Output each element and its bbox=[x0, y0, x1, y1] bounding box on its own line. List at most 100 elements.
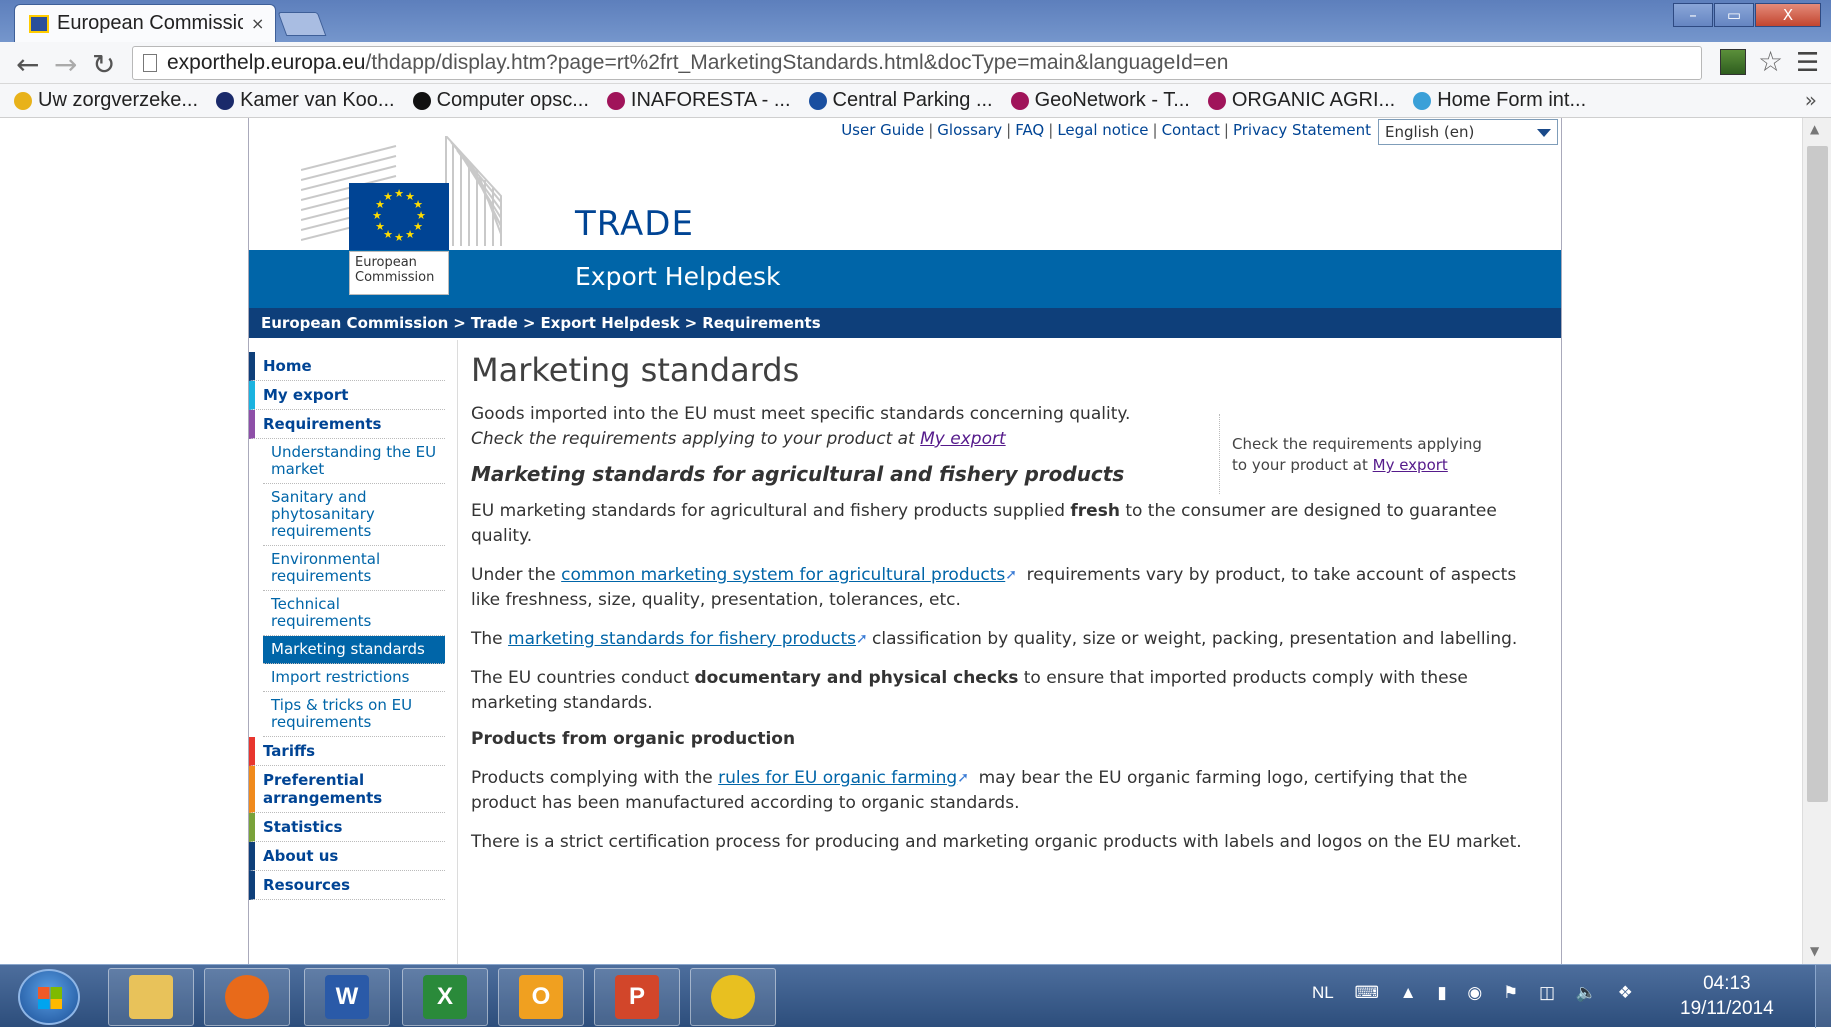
breadcrumb-item[interactable]: Requirements bbox=[702, 314, 820, 332]
system-tray: NL ⌨ ▲ ▮ ◉ ⚑ ◫ 🔈 ❖ bbox=[1312, 983, 1649, 1003]
language-select[interactable]: English (en) bbox=[1378, 119, 1558, 145]
p3-text-end: classification by quality, size or weigh… bbox=[872, 629, 1518, 649]
tab-close-icon[interactable]: × bbox=[251, 14, 264, 33]
bookmark-item[interactable]: Computer opsc... bbox=[412, 89, 589, 112]
chrome-menu-icon[interactable]: ☰ bbox=[1796, 48, 1819, 78]
top-link[interactable]: Legal notice bbox=[1057, 121, 1148, 139]
new-tab-button[interactable] bbox=[277, 12, 327, 36]
scroll-down-icon[interactable]: ▼ bbox=[1810, 944, 1819, 958]
intro-text: Goods imported into the EU must meet spe… bbox=[471, 404, 1131, 424]
dropbox-icon[interactable]: ❖ bbox=[1618, 983, 1633, 1002]
back-arrow-icon[interactable]: ← bbox=[16, 48, 39, 81]
show-desktop-button[interactable] bbox=[1815, 965, 1831, 1028]
subnav-item[interactable]: Environmental requirements bbox=[263, 546, 445, 591]
taskbar-app-explorer[interactable] bbox=[108, 968, 194, 1026]
breadcrumb-item[interactable]: European Commission bbox=[261, 314, 448, 332]
nav-item[interactable]: Tariffs bbox=[249, 737, 445, 766]
subnav-item[interactable]: Sanitary and phytosanitary requirements bbox=[263, 484, 445, 546]
nav-item[interactable]: Preferential arrangements bbox=[249, 766, 445, 813]
breadcrumb-arrow-icon: > bbox=[453, 314, 466, 332]
language-indicator[interactable]: NL bbox=[1312, 983, 1334, 1002]
address-bar[interactable]: exporthelp.europa.eu/thdapp/display.htm?… bbox=[132, 46, 1702, 80]
bookmark-item[interactable]: Home Form int... bbox=[1413, 89, 1586, 112]
keyboard-icon[interactable]: ⌨ bbox=[1354, 983, 1379, 1002]
column-divider bbox=[457, 340, 458, 964]
bookmark-item[interactable]: Kamer van Koo... bbox=[216, 89, 395, 112]
vertical-scrollbar[interactable]: ▲ ▼ bbox=[1802, 118, 1831, 964]
close-window-button[interactable]: X bbox=[1755, 3, 1821, 27]
subnav-item[interactable]: Marketing standards bbox=[263, 636, 445, 664]
show-hidden-icons[interactable]: ▲ bbox=[1400, 983, 1417, 1002]
forward-arrow-icon[interactable]: → bbox=[54, 48, 77, 81]
taskbar-app-chrome[interactable] bbox=[690, 968, 776, 1026]
minimize-button[interactable]: – bbox=[1673, 3, 1713, 27]
nav-item[interactable]: Statistics bbox=[249, 813, 445, 842]
top-link[interactable]: User Guide bbox=[841, 121, 924, 139]
nav-item[interactable]: My export bbox=[249, 381, 445, 410]
clock[interactable]: 04:13 19/11/2014 bbox=[1680, 971, 1774, 1021]
bookmark-star-icon[interactable]: ☆ bbox=[1758, 45, 1783, 78]
intro-check-text: Check the requirements applying to your … bbox=[471, 429, 921, 449]
page-title: Marketing standards bbox=[471, 351, 800, 389]
breadcrumb-item[interactable]: Export Helpdesk bbox=[540, 314, 679, 332]
subnav-item[interactable]: Technical requirements bbox=[263, 591, 445, 636]
firefox-icon bbox=[225, 975, 269, 1019]
nav-item[interactable]: About us bbox=[249, 842, 445, 871]
separator: | bbox=[1006, 121, 1012, 139]
bookmark-item[interactable]: GeoNetwork - T... bbox=[1010, 89, 1190, 112]
tray-app-icon[interactable]: ◉ bbox=[1467, 983, 1482, 1002]
scrollbar-thumb[interactable] bbox=[1807, 146, 1828, 802]
nav-item[interactable]: Home bbox=[249, 352, 445, 381]
more-bookmarks-icon[interactable]: » bbox=[1805, 88, 1817, 112]
taskbar-app-firefox[interactable] bbox=[204, 968, 290, 1026]
network-signal-icon[interactable]: ▮ bbox=[1437, 983, 1446, 1002]
bookmark-item[interactable]: Central Parking ... bbox=[808, 89, 993, 112]
browser-toolbar: ← → ↻ exporthelp.europa.eu/thdapp/displa… bbox=[0, 42, 1831, 84]
p1-text: EU marketing standards for agricultural … bbox=[471, 501, 1071, 521]
extension-icon[interactable] bbox=[1720, 49, 1746, 75]
bookmark-item[interactable]: Uw zorgverzeke... bbox=[14, 89, 198, 112]
top-link[interactable]: FAQ bbox=[1015, 121, 1044, 139]
taskbar-app-outlook[interactable]: O bbox=[498, 968, 584, 1026]
bookmark-label: Computer opsc... bbox=[436, 89, 589, 111]
subnav-item[interactable]: Tips & tricks on EU requirements bbox=[263, 692, 445, 737]
subnav-item[interactable]: Import restrictions bbox=[263, 664, 445, 692]
browser-tab[interactable]: European Commissic × bbox=[14, 4, 276, 42]
paragraph-fishery: The marketing standards for fishery prod… bbox=[471, 627, 1531, 652]
bookmark-label: GeoNetwork - T... bbox=[1034, 89, 1190, 111]
common-marketing-system-link[interactable]: common marketing system for agricultural… bbox=[561, 565, 1005, 585]
clock-time: 04:13 bbox=[1703, 973, 1751, 994]
bookmark-item[interactable]: INAFORESTA - ... bbox=[606, 89, 791, 112]
breadcrumb-item[interactable]: Trade bbox=[471, 314, 518, 332]
action-center-flag-icon[interactable]: ⚑ bbox=[1503, 983, 1518, 1002]
volume-icon[interactable]: 🔈 bbox=[1576, 983, 1597, 1002]
reload-icon[interactable]: ↻ bbox=[92, 48, 115, 81]
bookmark-favicon-icon bbox=[808, 91, 827, 110]
windows-taskbar: W X O P NL ⌨ ▲ ▮ ◉ ⚑ ◫ 🔈 ❖ 04:13 19/11/2014 bbox=[0, 964, 1831, 1028]
scroll-up-icon[interactable]: ▲ bbox=[1810, 122, 1819, 136]
top-link[interactable]: Privacy Statement bbox=[1233, 121, 1371, 139]
explorer-icon bbox=[129, 975, 173, 1019]
top-link[interactable]: Contact bbox=[1162, 121, 1220, 139]
nav-item[interactable]: Requirements bbox=[249, 410, 445, 439]
section-title: TRADE bbox=[575, 204, 694, 244]
top-link[interactable]: Glossary bbox=[937, 121, 1002, 139]
taskbar-app-word[interactable]: W bbox=[304, 968, 390, 1026]
subnav-item[interactable]: Understanding the EU market bbox=[263, 439, 445, 484]
excel-icon: X bbox=[423, 975, 467, 1019]
my-export-link[interactable]: My export bbox=[920, 429, 1006, 449]
bookmark-item[interactable]: ORGANIC AGRI... bbox=[1207, 89, 1395, 112]
power-icon[interactable]: ◫ bbox=[1539, 983, 1555, 1002]
logo-text-commission: Commission bbox=[355, 270, 435, 285]
chevron-down-icon bbox=[1537, 129, 1551, 137]
paragraph-organic-rules: Products complying with the rules for EU… bbox=[471, 766, 1531, 816]
eu-flag-icon: ★ ★★ ★★★ ★★★ ★★★ bbox=[349, 183, 449, 251]
taskbar-app-powerpoint[interactable]: P bbox=[594, 968, 680, 1026]
organic-farming-link[interactable]: rules for EU organic farming bbox=[718, 768, 957, 788]
maximize-button[interactable]: ▭ bbox=[1714, 3, 1754, 27]
nav-item[interactable]: Resources bbox=[249, 871, 445, 900]
taskbar-app-excel[interactable]: X bbox=[402, 968, 488, 1026]
fishery-standards-link[interactable]: marketing standards for fishery products bbox=[508, 629, 856, 649]
side-my-export-link[interactable]: My export bbox=[1373, 456, 1448, 474]
start-button[interactable] bbox=[18, 969, 80, 1025]
